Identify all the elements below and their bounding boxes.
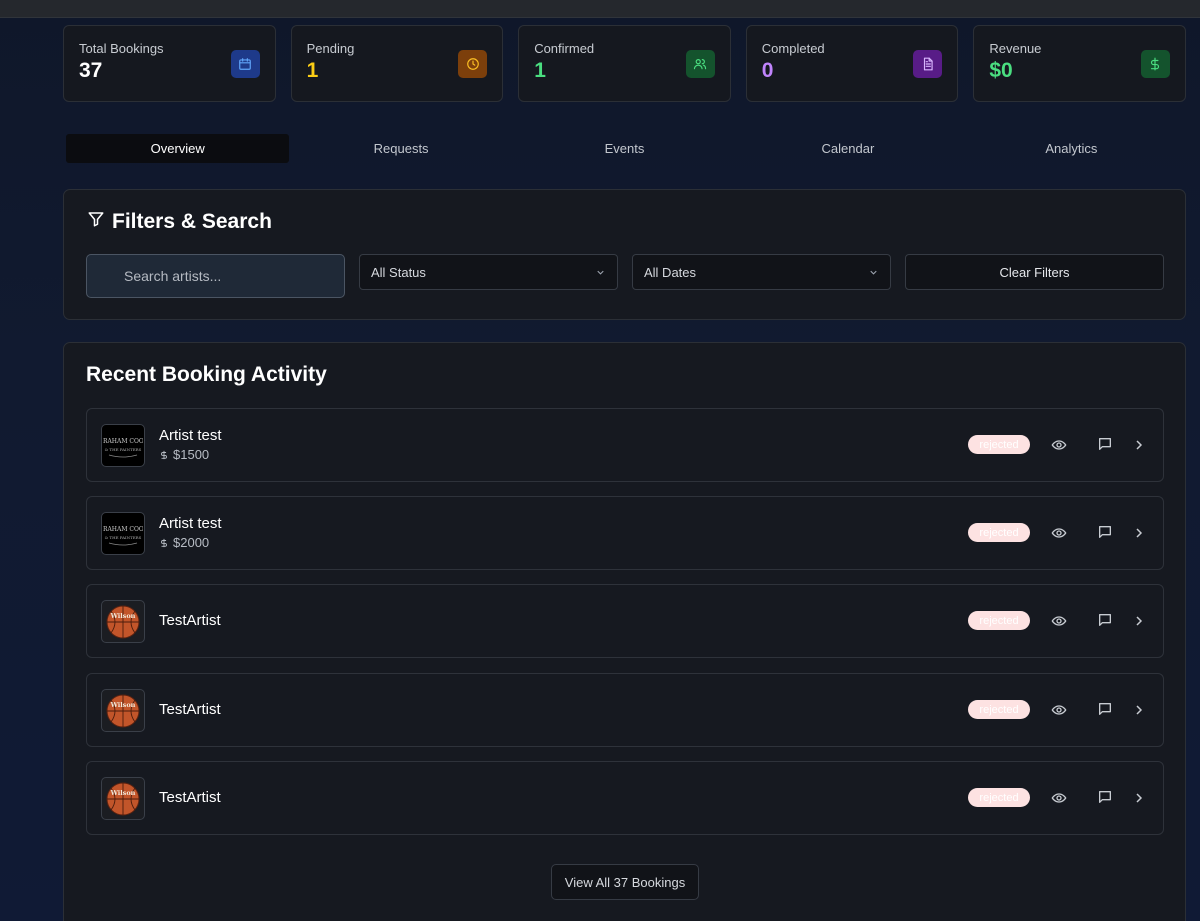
status-badge: rejected xyxy=(968,700,1030,719)
view-all-bookings-button[interactable]: View All 37 Bookings xyxy=(551,864,699,900)
filter-icon xyxy=(87,210,105,234)
booking-row[interactable]: GRAHAM COOL & THE PAINTERS Artist test $200… xyxy=(86,496,1164,570)
artist-name: Artist test xyxy=(159,515,222,532)
view-icon[interactable] xyxy=(1051,702,1067,718)
stat-card-pending: Pending 1 xyxy=(290,25,504,102)
tab-bar: Overview Requests Events Calendar Analytics xyxy=(66,134,1183,163)
ball-brand-text: Wilson xyxy=(110,701,136,709)
booking-row[interactable]: Wilson TestArtist rejected xyxy=(86,584,1164,658)
tab-calendar[interactable]: Calendar xyxy=(736,134,959,163)
document-icon xyxy=(913,50,943,78)
band-logo-image: GRAHAM COOL & THE PAINTERS xyxy=(103,438,143,457)
artist-name: TestArtist xyxy=(159,701,221,718)
band-logo-line1: GRAHAM COOL xyxy=(103,438,143,445)
basketball-image: Wilson xyxy=(106,694,140,727)
band-logo-avatar: GRAHAM COOL & THE PAINTERS xyxy=(101,424,145,467)
dollar-icon xyxy=(1140,50,1170,78)
band-logo-avatar: GRAHAM COOL & THE PAINTERS xyxy=(101,512,145,555)
basketball-avatar: Wilson xyxy=(101,600,145,643)
message-icon[interactable] xyxy=(1097,612,1113,628)
clock-icon xyxy=(458,50,488,78)
message-icon[interactable] xyxy=(1097,436,1113,452)
status-badge: rejected xyxy=(968,611,1030,630)
filters-heading: Filters & Search xyxy=(87,210,272,234)
message-icon[interactable] xyxy=(1097,789,1113,805)
stat-card-total-bookings: Total Bookings 37 xyxy=(63,25,276,102)
calendar-icon xyxy=(230,50,260,78)
stat-card-completed: Completed 0 xyxy=(745,25,959,102)
tab-overview[interactable]: Overview xyxy=(66,134,290,163)
window-top-bar xyxy=(0,0,1200,18)
status-select[interactable]: All Status xyxy=(359,254,618,290)
status-badge: rejected xyxy=(968,788,1030,807)
band-logo-line2: & THE PAINTERS xyxy=(105,535,142,540)
stats-row: Total Bookings 37 Pending 1 Confirmed 1 Comple… xyxy=(63,25,1186,102)
artist-name: TestArtist xyxy=(159,789,221,806)
basketball-image: Wilson xyxy=(106,782,140,815)
price-value: $2000 xyxy=(173,535,210,550)
message-icon[interactable] xyxy=(1097,701,1113,717)
dollar-icon xyxy=(161,538,167,547)
band-logo-image: GRAHAM COOL & THE PAINTERS xyxy=(103,526,143,545)
filters-title: Filters & Search xyxy=(112,210,272,233)
chevron-right-icon[interactable] xyxy=(1131,613,1147,629)
view-icon[interactable] xyxy=(1051,613,1067,629)
basketball-image: Wilson xyxy=(106,605,140,638)
dollar-icon xyxy=(161,450,167,459)
date-select[interactable]: All Dates xyxy=(632,254,891,290)
status-select-value: All Status xyxy=(371,264,426,280)
tab-requests[interactable]: Requests xyxy=(289,134,512,163)
artist-name: Artist test xyxy=(159,427,222,444)
users-icon xyxy=(685,50,715,78)
booking-price: $2000 xyxy=(159,535,209,550)
chevron-right-icon[interactable] xyxy=(1131,437,1147,453)
booking-row[interactable]: Wilson TestArtist rejected xyxy=(86,673,1164,747)
booking-row[interactable]: GRAHAM COOL & THE PAINTERS Artist test $150… xyxy=(86,408,1164,482)
status-badge: rejected xyxy=(968,523,1030,542)
stat-card-confirmed: Confirmed 1 xyxy=(518,25,731,102)
stat-card-revenue: Revenue $0 xyxy=(973,25,1186,102)
status-badge: rejected xyxy=(968,435,1030,454)
chevron-right-icon[interactable] xyxy=(1131,702,1147,718)
booking-price: $1500 xyxy=(159,447,209,462)
tab-events[interactable]: Events xyxy=(513,134,736,163)
recent-activity-title: Recent Booking Activity xyxy=(86,363,327,386)
basketball-avatar: Wilson xyxy=(101,777,145,820)
view-icon[interactable] xyxy=(1051,525,1067,541)
date-select-value: All Dates xyxy=(644,264,697,280)
ball-brand-text: Wilson xyxy=(110,789,136,797)
band-logo-line2: & THE PAINTERS xyxy=(105,447,142,452)
chevron-right-icon[interactable] xyxy=(1131,790,1147,806)
chevron-down-icon xyxy=(870,270,877,275)
booking-row[interactable]: Wilson TestArtist rejected xyxy=(86,761,1164,835)
view-icon[interactable] xyxy=(1051,437,1067,453)
clear-filters-button[interactable]: Clear Filters xyxy=(905,254,1164,290)
band-logo-line1: GRAHAM COOL xyxy=(103,526,143,533)
ball-brand-text: Wilson xyxy=(110,612,136,620)
view-icon[interactable] xyxy=(1051,790,1067,806)
message-icon[interactable] xyxy=(1097,524,1113,540)
tab-analytics[interactable]: Analytics xyxy=(960,134,1183,163)
basketball-avatar: Wilson xyxy=(101,689,145,732)
price-value: $1500 xyxy=(173,447,210,462)
recent-activity-panel: Recent Booking Activity GRAHAM COOL & THE… xyxy=(63,342,1186,921)
chevron-down-icon xyxy=(597,270,604,275)
search-input[interactable] xyxy=(86,254,345,298)
filters-panel: Filters & Search All Status All Dates Cl… xyxy=(63,189,1186,320)
chevron-right-icon[interactable] xyxy=(1131,525,1147,541)
artist-name: TestArtist xyxy=(159,612,221,629)
